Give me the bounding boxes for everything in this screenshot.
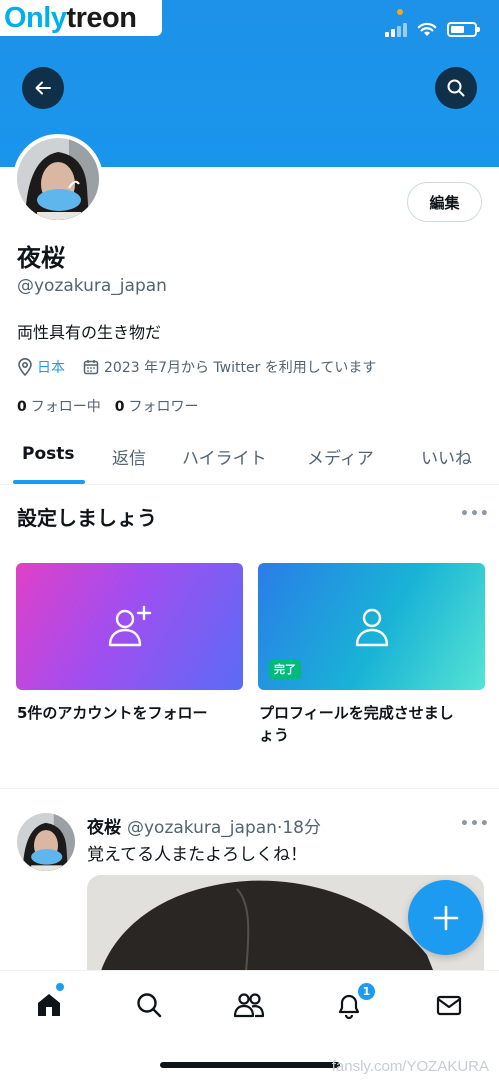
profile-tabs: Posts 返信 ハイライト メディア いいね (0, 433, 499, 485)
watermark-text: fansly.com/YOZAKURA (331, 1058, 489, 1075)
communities-icon (233, 993, 265, 1018)
person-icon (355, 608, 388, 646)
joined-date: 2023 年7月から Twitter を利用しています (104, 360, 377, 376)
battery-icon (447, 22, 480, 37)
tweet-author-handle: @yozakura_japan·18分 (127, 818, 321, 838)
follow-stats: 0 フォロー中 0 フォロワー (17, 396, 199, 416)
following-link[interactable]: 0 フォロー中 (17, 396, 101, 416)
tab-highlights[interactable]: ハイライト (182, 444, 267, 469)
tweet-text: 覚えてる人またよろしくね！ (87, 845, 308, 865)
user-handle: @yozakura_japan (17, 276, 167, 296)
notification-badge: 1 (357, 982, 376, 1001)
cellular-signal-icon (385, 22, 407, 37)
calendar-icon (83, 360, 99, 375)
watermark-logo: Onlytreon (0, 0, 162, 36)
followers-link[interactable]: 0 フォロワー (115, 396, 199, 416)
wifi-icon (417, 22, 437, 36)
avatar-photo (17, 138, 99, 220)
avatar-photo (17, 813, 75, 871)
tweet-more-icon[interactable]: ••• (460, 816, 490, 832)
display-name: 夜桜 (17, 244, 65, 272)
done-badge: 完了 (269, 659, 301, 679)
plus-icon (433, 905, 458, 930)
tweet-avatar[interactable] (17, 813, 75, 871)
back-button[interactable] (22, 67, 64, 109)
tab-replies[interactable]: 返信 (112, 444, 146, 469)
nav-messages[interactable] (433, 989, 465, 1021)
tweet-header: 夜桜 @yozakura_japan·18分 (87, 813, 321, 838)
search-icon (137, 993, 162, 1018)
search-button[interactable] (435, 67, 477, 109)
location-link[interactable]: 日本 (37, 357, 65, 377)
person-add-icon (108, 605, 151, 646)
profile-avatar[interactable] (13, 134, 103, 224)
more-options-icon[interactable]: ••• (460, 506, 490, 522)
nav-home[interactable] (33, 989, 65, 1021)
nav-search[interactable] (133, 989, 165, 1021)
follow-accounts-label: 5件のアカウントをフォロー (17, 704, 208, 722)
tab-media[interactable]: メディア (307, 444, 374, 469)
nav-communities[interactable] (233, 989, 265, 1021)
profile-bio: 両性具有の生き物だ (17, 323, 162, 342)
home-icon (38, 994, 60, 1016)
section-divider (0, 788, 499, 789)
complete-profile-card[interactable]: 完了 (258, 563, 485, 690)
mail-icon (436, 995, 462, 1016)
tweet-author-name[interactable]: 夜桜 (87, 813, 121, 838)
search-icon (447, 79, 465, 97)
home-unread-dot (56, 983, 64, 991)
arrow-left-icon (35, 81, 51, 95)
active-tab-indicator (13, 480, 85, 484)
tab-posts[interactable]: Posts (22, 444, 75, 464)
complete-profile-label: プロフィールを完成させまし ょう (259, 704, 454, 744)
compose-button[interactable] (408, 880, 483, 955)
location-pin-icon (18, 358, 32, 376)
follow-accounts-card[interactable] (16, 563, 243, 690)
edit-profile-button[interactable]: 編集 (407, 182, 482, 222)
home-indicator[interactable] (160, 1062, 340, 1068)
setup-title: 設定しましょう (17, 506, 157, 530)
tab-likes[interactable]: いいね (421, 444, 472, 469)
profile-meta: 日本 2023 年7月から Twitter を利用しています (17, 357, 376, 377)
